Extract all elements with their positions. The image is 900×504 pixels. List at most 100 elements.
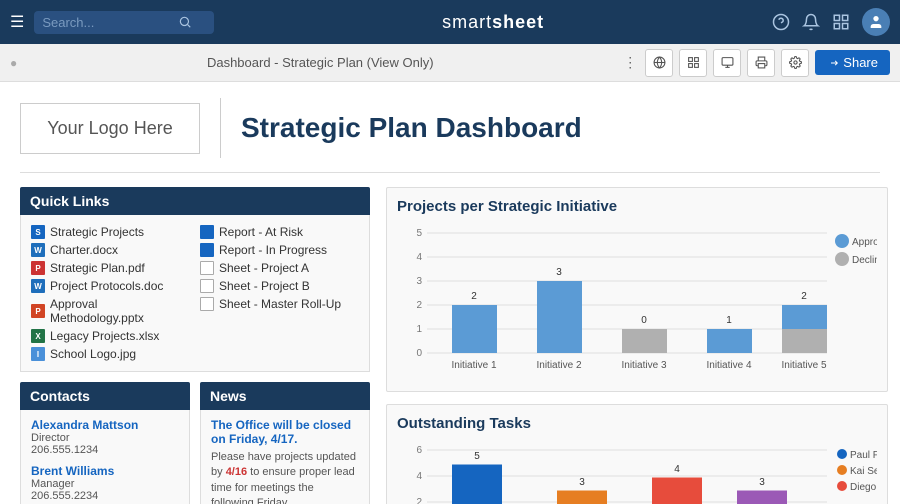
monitor-button[interactable] bbox=[713, 49, 741, 77]
hamburger-icon[interactable]: ☰ bbox=[10, 12, 24, 32]
link-icon-project-b bbox=[200, 279, 214, 293]
tasks-chart-title: Outstanding Tasks bbox=[397, 415, 877, 432]
svg-text:Initiative 1: Initiative 1 bbox=[451, 360, 496, 371]
contact-role-1: Director bbox=[31, 432, 179, 444]
tasks-chart-panel: Outstanding Tasks 0 2 4 6 bbox=[386, 404, 888, 504]
svg-text:2: 2 bbox=[416, 497, 422, 504]
list-item[interactable]: Sheet - Master Roll-Up bbox=[200, 295, 359, 313]
svg-text:1: 1 bbox=[726, 315, 732, 326]
settings-icon bbox=[789, 56, 802, 69]
list-item[interactable]: W Charter.docx bbox=[31, 241, 190, 259]
svg-text:4: 4 bbox=[674, 464, 680, 475]
nav-right-icons bbox=[772, 8, 890, 36]
toolbar-title: Dashboard - Strategic Plan (View Only) bbox=[23, 55, 617, 70]
grid-icon[interactable] bbox=[832, 13, 850, 31]
search-bar bbox=[34, 11, 214, 34]
list-item[interactable]: W Project Protocols.doc bbox=[31, 277, 190, 295]
contacts-header: Contacts bbox=[20, 382, 190, 410]
link-icon-strategic-plan: P bbox=[31, 261, 45, 275]
contact-name-2[interactable]: Brent Williams bbox=[31, 464, 179, 478]
settings-button[interactable] bbox=[781, 49, 809, 77]
contacts-section: Contacts Alexandra Mattson Director 206.… bbox=[20, 382, 190, 504]
list-item[interactable]: Sheet - Project A bbox=[200, 259, 359, 277]
left-column: Quick Links S Strategic Projects W Chart… bbox=[20, 187, 370, 504]
list-item[interactable]: X Legacy Projects.xlsx bbox=[31, 327, 190, 345]
svg-text:1: 1 bbox=[416, 324, 422, 335]
svg-text:Diego Martinez: Diego Martinez bbox=[850, 482, 877, 493]
news-text: Please have projects updated by 4/16 to … bbox=[211, 450, 359, 504]
toolbar-more-icon[interactable]: ⋮ bbox=[623, 54, 637, 71]
quick-links-panel: S Strategic Projects W Charter.docx P St… bbox=[20, 215, 370, 372]
dashboard-title: Strategic Plan Dashboard bbox=[241, 112, 582, 144]
bottom-left-panels: Contacts Alexandra Mattson Director 206.… bbox=[20, 382, 370, 504]
user-icon bbox=[868, 14, 884, 30]
svg-text:Initiative 3: Initiative 3 bbox=[621, 360, 666, 371]
contact-item: Brent Williams Manager 206.555.2234 bbox=[31, 464, 179, 502]
svg-text:Initiative 5: Initiative 5 bbox=[781, 360, 826, 371]
projects-chart-panel: Projects per Strategic Initiative 0 1 2 bbox=[386, 187, 888, 392]
toolbar-icons: Share bbox=[645, 49, 890, 77]
contact-item: Alexandra Mattson Director 206.555.1234 bbox=[31, 418, 179, 456]
bar-initiative3-declined bbox=[622, 329, 667, 353]
bell-icon[interactable] bbox=[802, 13, 820, 31]
user-avatar[interactable] bbox=[862, 8, 890, 36]
news-highlight: 4/16 bbox=[226, 466, 247, 478]
top-navigation: ☰ smartsheet bbox=[0, 0, 900, 44]
app-title: smartsheet bbox=[224, 12, 762, 33]
header-row: Your Logo Here Strategic Plan Dashboard bbox=[20, 98, 880, 173]
contact-name-1[interactable]: Alexandra Mattson bbox=[31, 418, 179, 432]
bar-initiative5-approved bbox=[782, 305, 827, 329]
list-item[interactable]: P Approval Methodology.pptx bbox=[31, 295, 190, 327]
list-item[interactable]: Sheet - Project B bbox=[200, 277, 359, 295]
link-icon-project-a bbox=[200, 261, 214, 275]
title-part1: smart bbox=[442, 12, 492, 32]
globe-button[interactable] bbox=[645, 49, 673, 77]
list-item[interactable]: P Strategic Plan.pdf bbox=[31, 259, 190, 277]
main-content: Your Logo Here Strategic Plan Dashboard … bbox=[0, 82, 900, 504]
bar-initiative4-approved bbox=[707, 329, 752, 353]
title-part2: sheet bbox=[492, 12, 544, 32]
link-icon-charter: W bbox=[31, 243, 45, 257]
svg-text:Approved: Approved bbox=[852, 237, 877, 248]
svg-text:4: 4 bbox=[416, 252, 422, 263]
bar-initiative2-approved bbox=[537, 281, 582, 353]
logo-text: Your Logo Here bbox=[47, 118, 172, 138]
globe-icon bbox=[653, 56, 666, 69]
svg-text:3: 3 bbox=[416, 276, 422, 287]
svg-text:0: 0 bbox=[641, 315, 647, 326]
share-label: Share bbox=[843, 55, 878, 70]
toolbar: ● Dashboard - Strategic Plan (View Only)… bbox=[0, 44, 900, 82]
projects-chart-svg: 0 1 2 3 4 5 2 Initiative 1 3 Initiativ bbox=[397, 223, 877, 378]
contact-phone-1: 206.555.1234 bbox=[31, 444, 179, 456]
monitor-icon bbox=[721, 56, 734, 69]
news-headline[interactable]: The Office will be closed on Friday, 4/1… bbox=[211, 418, 359, 446]
link-icon-logo: I bbox=[31, 347, 45, 361]
projects-chart-title: Projects per Strategic Initiative bbox=[397, 198, 877, 215]
tasks-chart-svg: 0 2 4 6 5 3 4 bbox=[397, 440, 877, 504]
print-icon bbox=[755, 56, 768, 69]
layout-button[interactable] bbox=[679, 49, 707, 77]
links-grid: S Strategic Projects W Charter.docx P St… bbox=[31, 223, 359, 363]
print-button[interactable] bbox=[747, 49, 775, 77]
quick-links-section: Quick Links S Strategic Projects W Chart… bbox=[20, 187, 370, 372]
svg-text:Paul Finley: Paul Finley bbox=[850, 450, 877, 461]
link-icon-approval: P bbox=[31, 304, 45, 318]
svg-text:3: 3 bbox=[579, 477, 585, 488]
search-input[interactable] bbox=[42, 15, 172, 30]
list-item[interactable]: Report - At Risk bbox=[200, 223, 359, 241]
list-item[interactable]: Report - In Progress bbox=[200, 241, 359, 259]
link-icon-protocols: W bbox=[31, 279, 45, 293]
help-icon[interactable] bbox=[772, 13, 790, 31]
links-col-2: Report - At Risk Report - In Progress Sh… bbox=[200, 223, 359, 363]
content-grid: Quick Links S Strategic Projects W Chart… bbox=[20, 187, 880, 504]
list-item[interactable]: I School Logo.jpg bbox=[31, 345, 190, 363]
bar-initiative1-approved bbox=[452, 305, 497, 353]
list-item[interactable]: S Strategic Projects bbox=[31, 223, 190, 241]
svg-text:2: 2 bbox=[416, 300, 422, 311]
news-header: News bbox=[200, 382, 370, 410]
share-button[interactable]: Share bbox=[815, 50, 890, 75]
bar-paul-finley bbox=[452, 465, 502, 504]
link-icon-legacy: X bbox=[31, 329, 45, 343]
toolbar-dot-left: ● bbox=[10, 56, 17, 70]
svg-text:5: 5 bbox=[474, 451, 480, 462]
